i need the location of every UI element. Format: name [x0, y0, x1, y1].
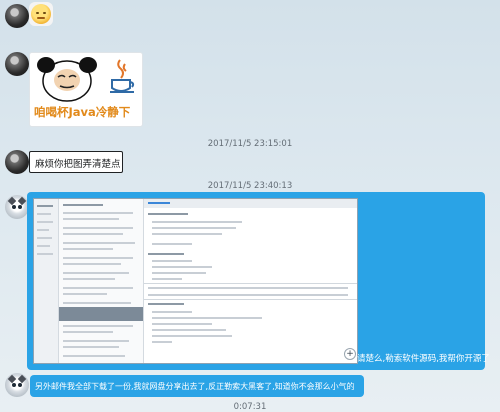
- java-cup-icon: [110, 59, 135, 93]
- avatar-sender[interactable]: [5, 150, 29, 174]
- reply-plus-icon: +: [344, 348, 356, 360]
- message-bubble[interactable]: 另外邮件我全部下载了一份,我就网盘分享出去了,反正勒索大黑客了,知道你不会那么小…: [30, 375, 364, 397]
- panda-meme-icon: [37, 57, 97, 102]
- message-bubble[interactable]: 麻烦你把图弄清楚点: [29, 151, 123, 173]
- avatar-receiver[interactable]: [5, 373, 29, 397]
- avatar-sender[interactable]: [5, 4, 29, 28]
- message-text: 请楚么,勒索软件源码,我帮你开源了: [357, 354, 490, 364]
- timestamp: 2017/11/5 23:15:01: [207, 139, 293, 149]
- screenshot-sidebar: [34, 199, 59, 363]
- sticker-caption: 咱喝杯Java冷静下: [34, 105, 131, 119]
- screenshot-reading-pane: +: [144, 199, 357, 363]
- timestamp: 0:07:31: [233, 402, 267, 412]
- avatar-receiver[interactable]: [5, 195, 29, 219]
- message-text: 麻烦你把图弄清楚点: [35, 159, 121, 170]
- avatar-sender[interactable]: [5, 52, 29, 76]
- email-screenshot[interactable]: +: [33, 198, 358, 364]
- screenshot-mail-list: [59, 199, 144, 363]
- emoji-sticker: [29, 2, 53, 26]
- panda-meme[interactable]: 咱喝杯Java冷静下: [29, 52, 143, 127]
- timestamp: 2017/11/5 23:40:13: [207, 181, 293, 191]
- selected-mail-row: [59, 307, 143, 321]
- emoji-face-icon: [31, 4, 51, 24]
- message-text: 另外邮件我全部下载了一份,我就网盘分享出去了,反正勒索大黑客了,知道你不会那么小…: [35, 382, 355, 391]
